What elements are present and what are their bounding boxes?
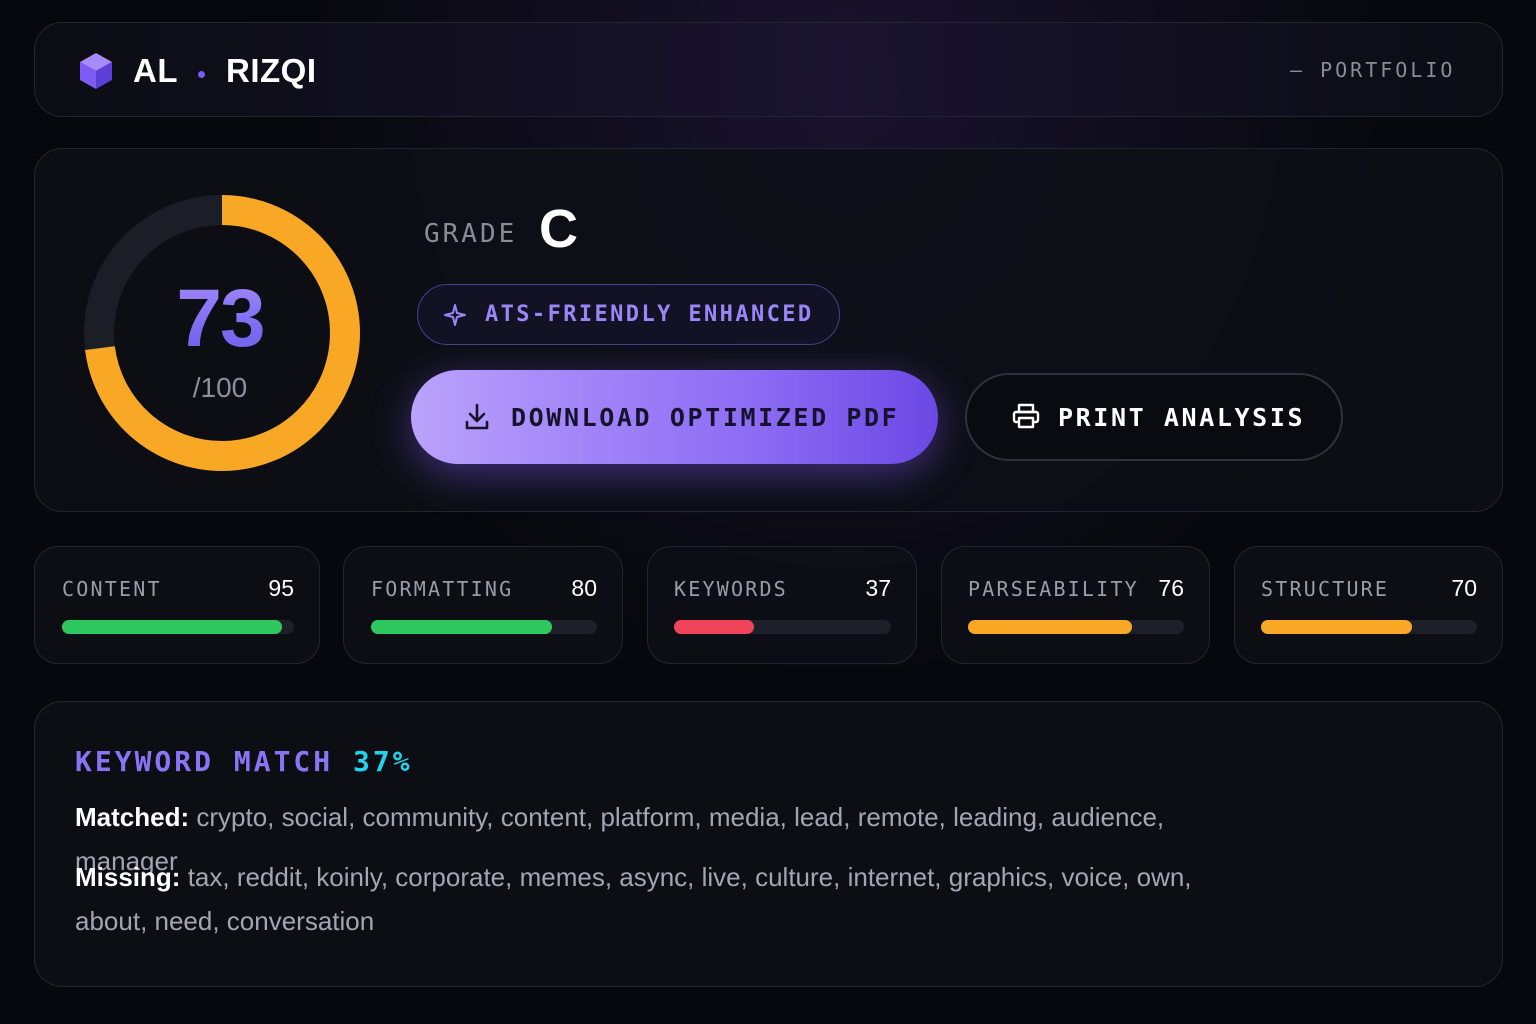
metric-track: [674, 620, 891, 634]
metric-fill: [1261, 620, 1413, 634]
print-analysis-label[interactable]: PRINT ANALYSIS: [1058, 403, 1305, 432]
grade-value: C: [539, 199, 578, 259]
download-pdf-label[interactable]: DOWNLOAD OPTIMIZED PDF: [511, 403, 899, 432]
grade-label: GRADE: [424, 219, 518, 249]
brand-last-name: RIZQI: [226, 52, 317, 89]
keyword-match-percent: 37%: [353, 745, 413, 778]
metric-label: STRUCTURE: [1261, 577, 1390, 601]
metric-value: 95: [268, 575, 294, 601]
metric-card-content: CONTENT 95: [34, 546, 320, 664]
metric-card-keywords: KEYWORDS 37: [647, 546, 917, 664]
download-icon: [465, 403, 489, 430]
ats-badge-label: ATS-FRIENDLY ENHANCED: [485, 302, 814, 327]
score-max: /100: [192, 372, 248, 403]
metric-track: [371, 620, 597, 634]
metric-label: PARSEABILITY: [968, 577, 1139, 601]
metric-value: 76: [1158, 575, 1184, 601]
keyword-match-title: KEYWORD MATCH 37%: [75, 745, 413, 778]
score-value: 73: [150, 272, 290, 366]
keyword-match-label: KEYWORD MATCH: [75, 745, 334, 778]
metric-fill: [62, 620, 283, 634]
sparkle-icon: [444, 304, 466, 326]
cube-icon: [80, 53, 112, 89]
metric-fill: [674, 620, 755, 634]
metric-track: [968, 620, 1184, 634]
metric-track: [62, 620, 294, 634]
metric-card-structure: STRUCTURE 70: [1234, 546, 1503, 664]
metric-value: 80: [571, 575, 597, 601]
portfolio-link[interactable]: — PORTFOLIO: [1290, 58, 1455, 82]
metric-card-parseability: PARSEABILITY 76: [941, 546, 1210, 664]
brand-dot: [198, 71, 205, 78]
metric-value: 70: [1451, 575, 1477, 601]
metric-fill: [968, 620, 1133, 634]
metric-fill: [371, 620, 552, 634]
matched-label: Matched:: [75, 802, 190, 832]
metric-label: FORMATTING: [371, 577, 514, 601]
metric-label: CONTENT: [62, 577, 162, 601]
metric-value: 37: [865, 575, 891, 601]
metric-card-formatting: FORMATTING 80: [343, 546, 623, 664]
missing-keywords: Missing: tax, reddit, koinly, corporate,…: [75, 855, 1255, 943]
printer-icon: [1012, 403, 1040, 429]
missing-list: tax, reddit, koinly, corporate, memes, a…: [75, 862, 1192, 936]
brand-first-name: AL: [133, 52, 178, 89]
metric-track: [1261, 620, 1477, 634]
metric-label: KEYWORDS: [674, 577, 788, 601]
missing-label: Missing:: [75, 862, 181, 892]
